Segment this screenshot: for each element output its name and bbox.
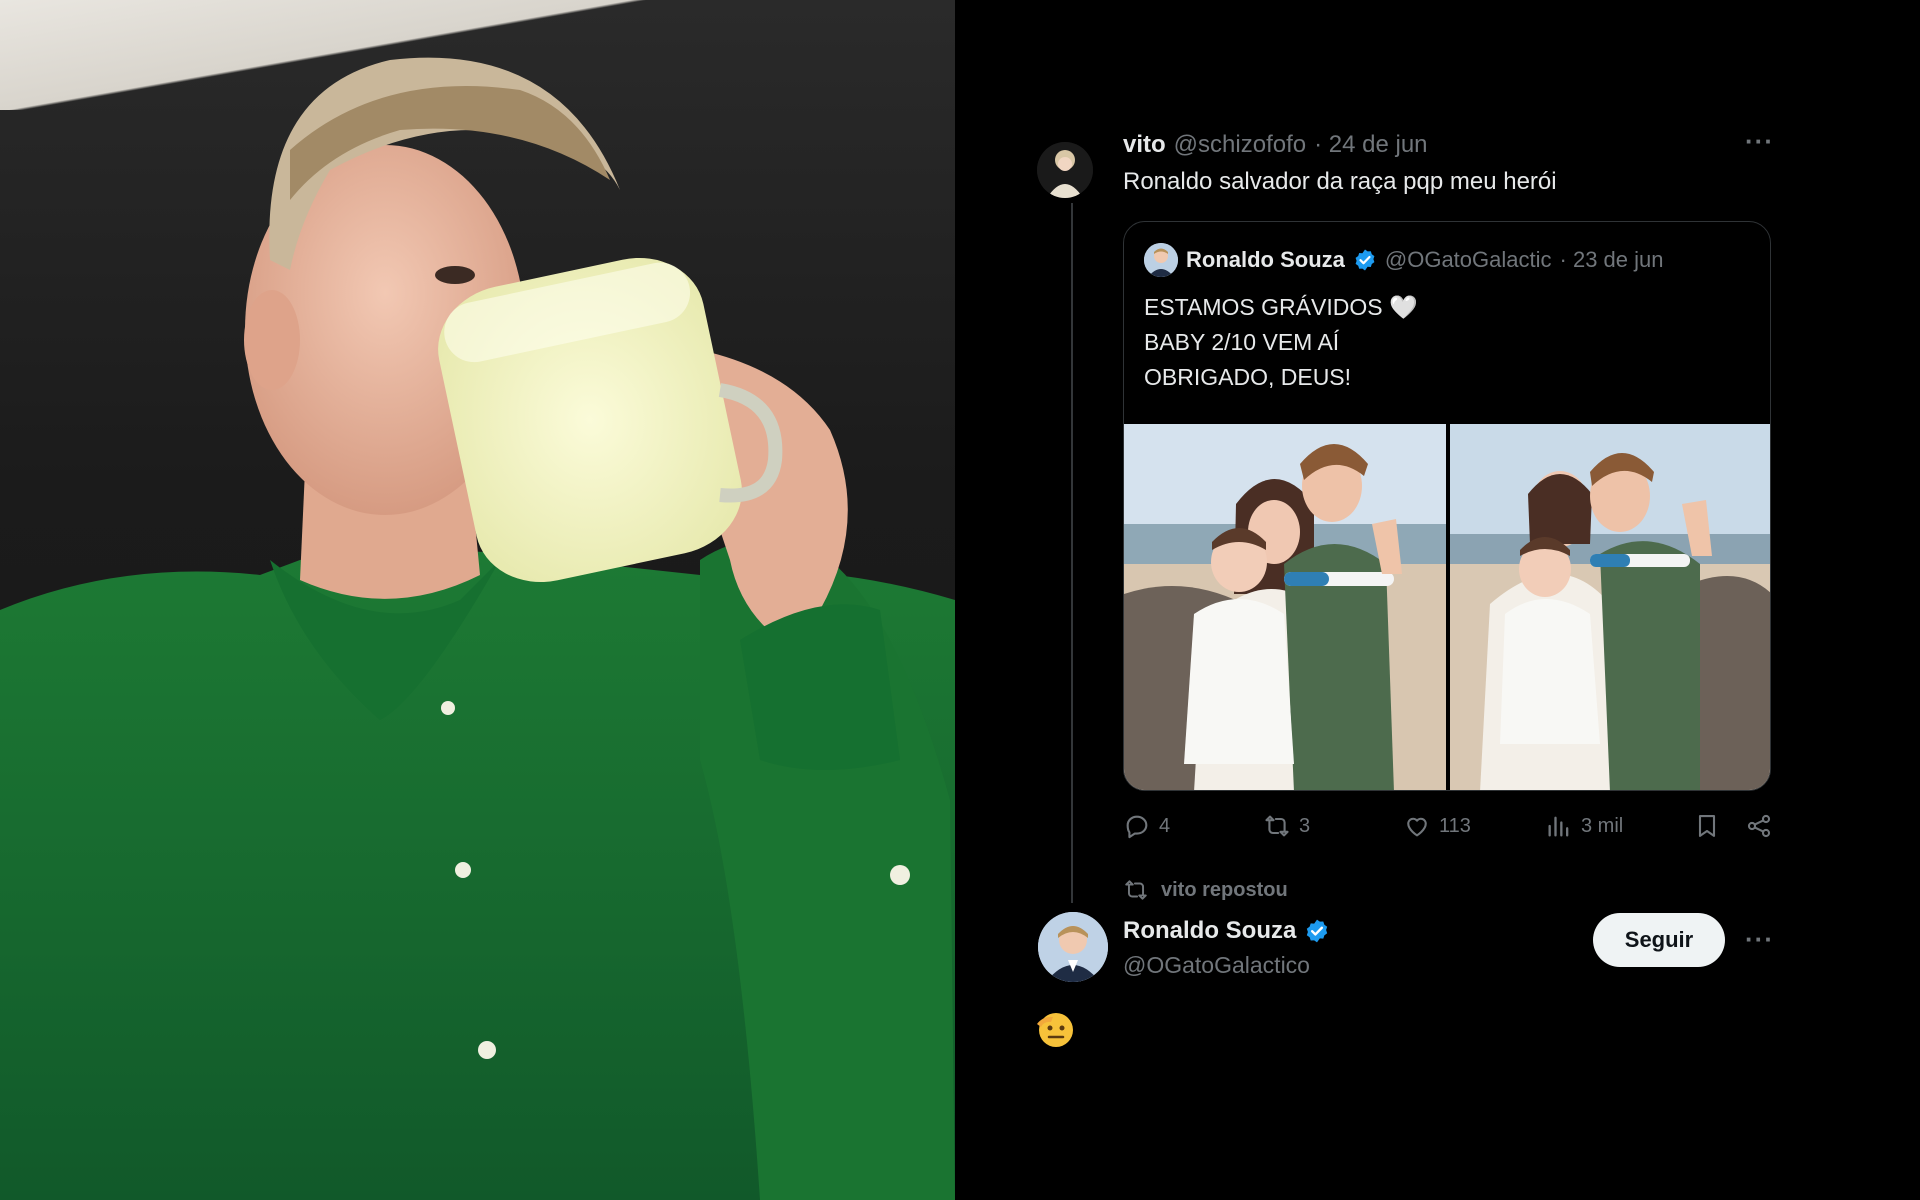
tweet-author-name[interactable]: vito [1123,131,1166,159]
quote-avatar [1144,243,1178,277]
quote-header: Ronaldo Souza @OGatoGalactic · 23 de jun [1144,242,1663,278]
photo-illustration [0,57,955,1200]
verified-badge-icon [1355,249,1375,271]
views-button[interactable]: 3 mil [1545,812,1623,840]
quote-author-handle: @OGatoGalactic [1384,247,1552,272]
bookmark-button[interactable] [1693,812,1721,840]
photo-man-drinking-milk [0,0,955,1200]
like-icon [1407,817,1427,837]
profile-handle[interactable]: @OGatoGalactico [1123,950,1310,980]
quote-photo-right[interactable] [1450,424,1770,790]
views-count: 3 mil [1581,814,1624,837]
repost-icon [1265,815,1289,837]
repost-notice-text[interactable]: vito repostou [1161,879,1288,902]
tweet-date[interactable]: · 24 de jun [1314,131,1427,159]
profile-name-row: Ronaldo Souza [1123,915,1330,947]
quote-photo-left[interactable] [1124,424,1446,790]
reply-icon [1126,815,1148,839]
quote-media [1124,424,1770,790]
share-icon [1747,814,1771,838]
avatar-ronaldo[interactable] [1038,912,1108,982]
tweet-action-bar: 4 3 113 3 mil [1123,808,1773,848]
quote-date: · 23 de jun [1559,247,1664,272]
reply-count: 4 [1159,814,1171,837]
avatar-ronaldo-image [1038,912,1108,982]
family-photo-right [1450,424,1770,790]
like-button[interactable]: 113 [1403,812,1471,840]
tweet-header: vito @schizofofo · 24 de jun [1123,130,1428,160]
profile-verified-badge-icon [1307,919,1328,943]
follow-button[interactable]: Seguir [1593,913,1725,967]
reply-button[interactable]: 4 [1123,812,1170,840]
tweet-author-handle[interactable]: @schizofofo [1174,131,1306,159]
quote-avatar-image [1144,243,1178,277]
repost-notice: vito repostou [1123,877,1288,903]
profile-name[interactable]: Ronaldo Souza [1123,917,1296,945]
thread-line [1071,203,1073,903]
quote-author-name: Ronaldo Souza [1186,247,1345,272]
repost-count: 3 [1299,814,1311,837]
avatar-vito-image [1037,142,1093,198]
tweet-more-icon[interactable]: ··· [1745,126,1774,157]
views-icon [1548,816,1569,837]
repost-button[interactable]: 3 [1263,812,1310,840]
saluting-face-emoji [1037,1013,1073,1047]
like-count: 113 [1439,814,1471,837]
quote-text: ESTAMOS GRÁVIDOS 🤍 BABY 2/10 VEM AÍ OBRI… [1144,294,1418,390]
bookmark-icon [1698,815,1716,837]
avatar-vito[interactable] [1037,142,1093,198]
profile-more-icon[interactable]: ··· [1745,924,1774,955]
family-photo-left [1124,424,1446,790]
share-button[interactable] [1745,812,1773,840]
tweet-panel: vito @schizofofo · 24 de jun ··· Ronaldo… [955,0,1920,1200]
repost-notice-icon [1125,880,1147,900]
tweet-text: Ronaldo salvador da raça pqp meu herói [1123,168,1557,195]
quoted-tweet-card[interactable]: Ronaldo Souza @OGatoGalactic · 23 de jun… [1123,221,1771,791]
